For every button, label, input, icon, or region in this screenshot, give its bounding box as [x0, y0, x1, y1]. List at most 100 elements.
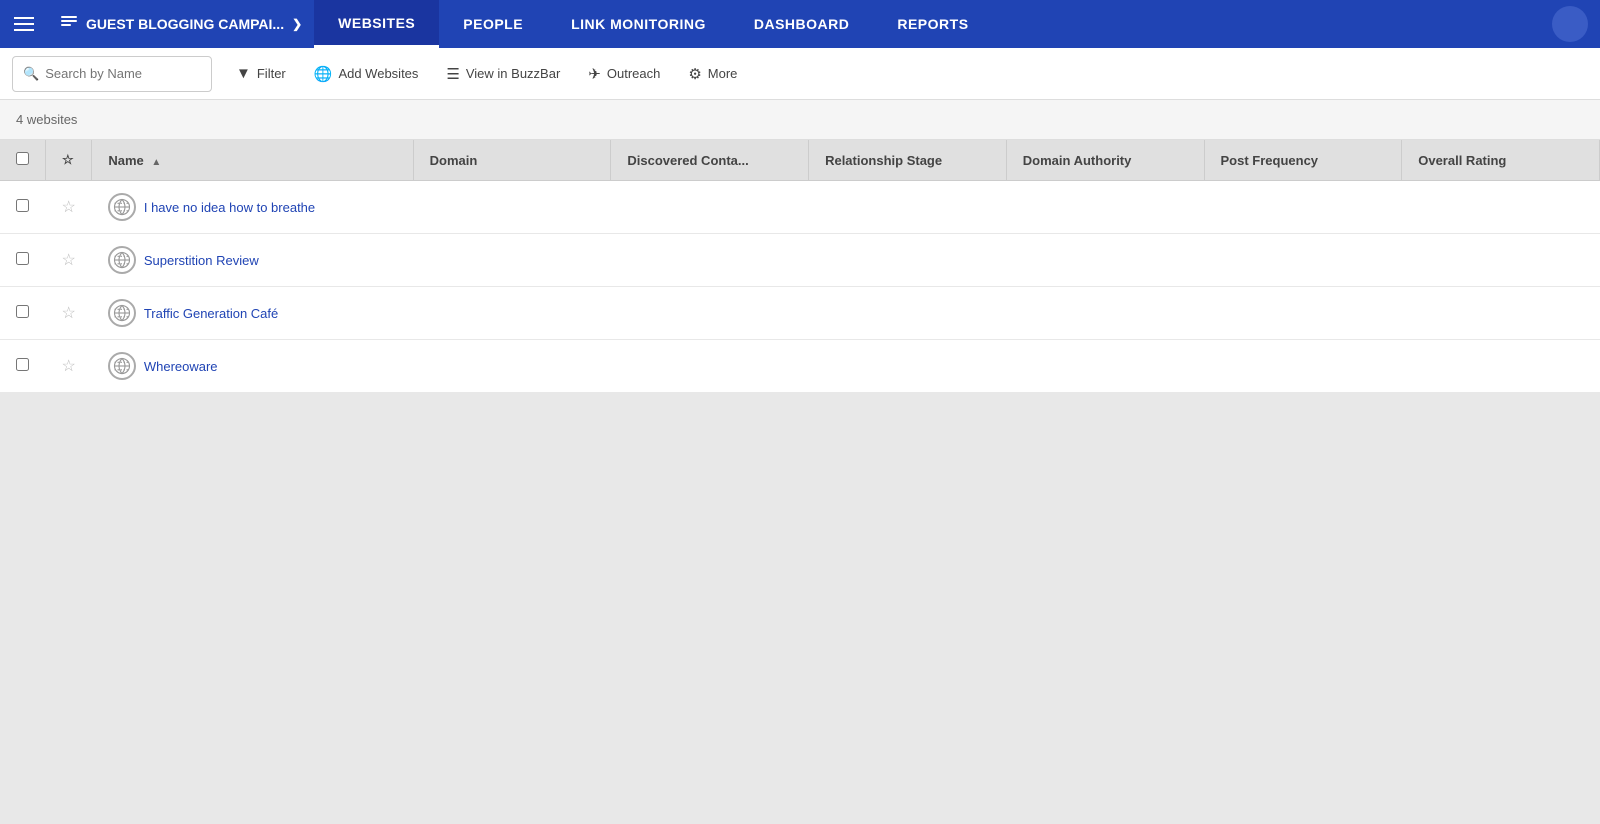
col-authority-label: Domain Authority [1023, 153, 1132, 168]
row-checkbox-cell [0, 234, 46, 287]
row-domain-2 [413, 287, 611, 340]
content-area: 4 websites ☆ Name ▲ Domain Discovered Co… [0, 100, 1600, 793]
website-icon-3 [108, 352, 136, 380]
row-star-3[interactable]: ☆ [62, 358, 76, 375]
search-box: 🔍 [12, 56, 212, 92]
row-checkbox-3[interactable] [16, 358, 29, 371]
view-in-buzzbar-button[interactable]: ☰ View in BuzzBar [434, 56, 572, 92]
tab-link-monitoring[interactable]: LINK MONITORING [547, 0, 730, 48]
row-authority-2 [1006, 287, 1204, 340]
buzzbar-label: View in BuzzBar [466, 66, 560, 81]
row-relationship-3 [809, 340, 1007, 393]
row-frequency-1 [1204, 234, 1402, 287]
row-contacts-2 [611, 287, 809, 340]
row-authority-0 [1006, 181, 1204, 234]
website-name-3[interactable]: Whereoware [144, 359, 218, 374]
row-checkbox-0[interactable] [16, 199, 29, 212]
row-checkbox-1[interactable] [16, 252, 29, 265]
nav-tabs: WEBSITES PEOPLE LINK MONITORING DASHBOAR… [314, 0, 992, 48]
website-name-0[interactable]: I have no idea how to breathe [144, 200, 315, 215]
row-star-cell: ☆ [46, 340, 92, 393]
row-star-cell: ☆ [46, 287, 92, 340]
col-header-checkbox [0, 140, 46, 181]
row-star-cell: ☆ [46, 234, 92, 287]
row-rating-2 [1402, 287, 1600, 340]
top-nav: GUEST BLOGGING CAMPAI... ❯ WEBSITES PEOP… [0, 0, 1600, 48]
buzzbar-icon: ☰ [446, 65, 459, 83]
search-input[interactable] [45, 66, 201, 81]
more-icon: ⚙ [688, 65, 701, 83]
row-authority-3 [1006, 340, 1204, 393]
col-header-domain: Domain [413, 140, 611, 181]
table-row: ☆ Traffic Generation Café [0, 287, 1600, 340]
star-column-icon: ☆ [62, 152, 74, 167]
empty-area [0, 393, 1600, 793]
filter-button[interactable]: ▼ Filter [224, 56, 298, 92]
more-button[interactable]: ⚙ More [676, 56, 749, 92]
tab-dashboard[interactable]: DASHBOARD [730, 0, 874, 48]
add-websites-button[interactable]: 🌐 Add Websites [302, 56, 431, 92]
row-frequency-0 [1204, 181, 1402, 234]
col-header-name[interactable]: Name ▲ [92, 140, 413, 181]
website-icon-2 [108, 299, 136, 327]
table-row: ☆ I have no idea how to breathe [0, 181, 1600, 234]
row-authority-1 [1006, 234, 1204, 287]
row-domain-3 [413, 340, 611, 393]
row-frequency-3 [1204, 340, 1402, 393]
websites-table: ☆ Name ▲ Domain Discovered Conta... Rela… [0, 140, 1600, 393]
row-star-1[interactable]: ☆ [62, 252, 76, 269]
website-name-1[interactable]: Superstition Review [144, 253, 259, 268]
row-relationship-2 [809, 287, 1007, 340]
row-rating-3 [1402, 340, 1600, 393]
col-relationship-label: Relationship Stage [825, 153, 942, 168]
row-rating-1 [1402, 234, 1600, 287]
col-domain-label: Domain [430, 153, 478, 168]
campaign-title[interactable]: GUEST BLOGGING CAMPAI... ❯ [48, 0, 314, 48]
col-header-authority: Domain Authority [1006, 140, 1204, 181]
tab-reports[interactable]: REPORTS [873, 0, 992, 48]
filter-icon: ▼ [236, 65, 251, 82]
row-contacts-3 [611, 340, 809, 393]
row-checkbox-2[interactable] [16, 305, 29, 318]
row-name-cell: Superstition Review [92, 234, 413, 287]
row-name-cell: I have no idea how to breathe [92, 181, 413, 234]
avatar[interactable] [1552, 6, 1588, 42]
tab-websites[interactable]: WEBSITES [314, 0, 439, 48]
col-contacts-label: Discovered Conta... [627, 153, 748, 168]
nav-right [1552, 6, 1600, 42]
hamburger-button[interactable] [0, 0, 48, 48]
outreach-icon: ✈ [588, 65, 601, 83]
row-relationship-0 [809, 181, 1007, 234]
more-label: More [708, 66, 738, 81]
campaign-icon [60, 14, 78, 35]
select-all-checkbox[interactable] [16, 152, 29, 165]
outreach-label: Outreach [607, 66, 660, 81]
row-relationship-1 [809, 234, 1007, 287]
row-star-0[interactable]: ☆ [62, 199, 76, 216]
website-icon-1 [108, 246, 136, 274]
campaign-arrow: ❯ [292, 17, 302, 31]
row-star-2[interactable]: ☆ [62, 305, 76, 322]
row-checkbox-cell [0, 287, 46, 340]
website-icon-0 [108, 193, 136, 221]
table-row: ☆ Whereoware [0, 340, 1600, 393]
add-websites-label: Add Websites [338, 66, 418, 81]
row-rating-0 [1402, 181, 1600, 234]
col-header-relationship: Relationship Stage [809, 140, 1007, 181]
toolbar: 🔍 ▼ Filter 🌐 Add Websites ☰ View in Buzz… [0, 48, 1600, 100]
row-checkbox-cell [0, 340, 46, 393]
col-header-contacts: Discovered Conta... [611, 140, 809, 181]
row-checkbox-cell [0, 181, 46, 234]
col-rating-label: Overall Rating [1418, 153, 1506, 168]
sort-icon: ▲ [151, 157, 161, 168]
col-header-frequency: Post Frequency [1204, 140, 1402, 181]
website-name-2[interactable]: Traffic Generation Café [144, 306, 278, 321]
col-frequency-label: Post Frequency [1221, 153, 1319, 168]
outreach-button[interactable]: ✈ Outreach [576, 56, 672, 92]
tab-people[interactable]: PEOPLE [439, 0, 547, 48]
hamburger-icon [14, 13, 34, 35]
row-domain-0 [413, 181, 611, 234]
table-row: ☆ Superstition Review [0, 234, 1600, 287]
col-name-label: Name [108, 153, 143, 168]
campaign-name: GUEST BLOGGING CAMPAI... [86, 16, 284, 32]
